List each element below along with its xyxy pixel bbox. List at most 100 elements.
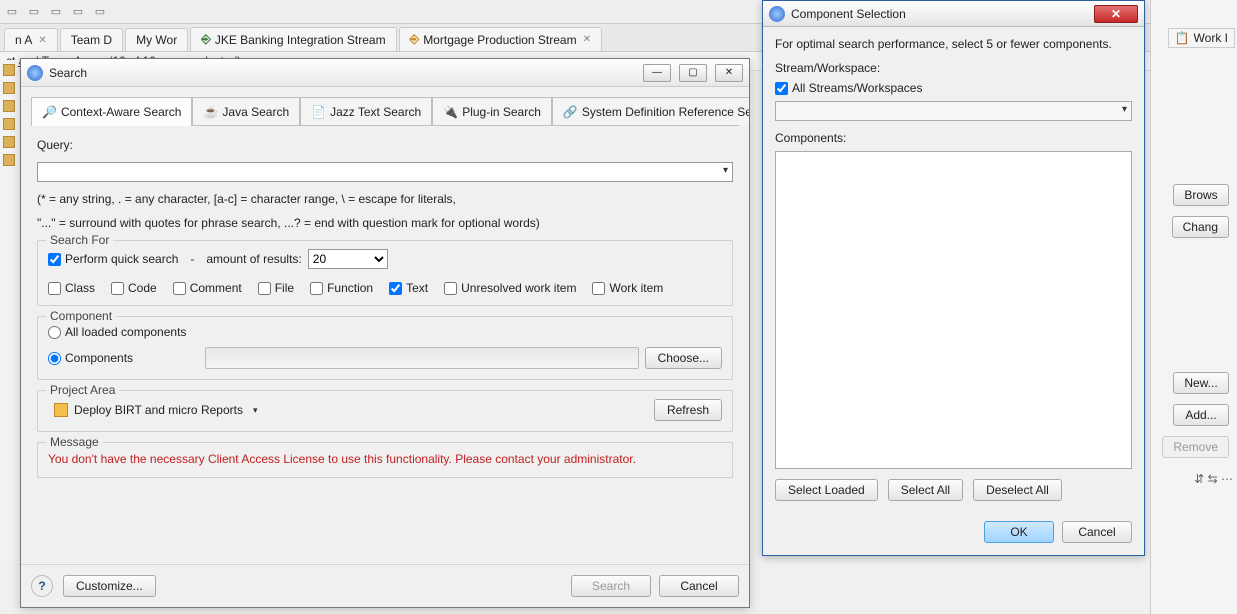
tab-context-aware-search[interactable]: 🔎 Context-Aware Search [31,97,192,125]
stream-combo[interactable]: ▾ [775,101,1132,121]
close-icon[interactable]: ✕ [38,35,46,46]
project-icon [54,403,68,417]
browse-button[interactable]: Brows [1173,184,1229,206]
group-title: Component [46,309,116,323]
cancel-button[interactable]: Cancel [1062,521,1132,543]
close-button[interactable]: ✕ [1094,5,1138,23]
function-checkbox[interactable]: Function [310,281,373,295]
maximize-button[interactable]: ▢ [679,64,707,82]
components-field[interactable] [205,347,639,369]
radio[interactable] [48,326,61,339]
unresolved-checkbox[interactable]: Unresolved work item [444,281,576,295]
group-title: Search For [46,233,113,247]
choose-button[interactable]: Choose... [645,347,722,369]
folder-icon[interactable] [3,154,15,166]
editor-tab-na[interactable]: n A ✕ [4,28,58,51]
folder-icon[interactable] [3,118,15,130]
comp-body: For optimal search performance, select 5… [763,27,1144,511]
comp-titlebar[interactable]: Component Selection ✕ [763,1,1144,27]
label: Comment [190,281,242,295]
plugin-icon: 🔌 [443,105,458,119]
search-inner: Query: ▾ (* = any string, . = any charac… [31,132,739,558]
add-button[interactable]: Add... [1173,404,1229,426]
tab-label: Context-Aware Search [61,105,182,119]
components-list[interactable] [775,151,1132,469]
search-button[interactable]: Search [571,575,651,597]
tab-java-search[interactable]: ☕ Java Search [192,97,300,125]
comment-checkbox[interactable]: Comment [173,281,242,295]
perform-quick-search-checkbox[interactable]: Perform quick search [48,252,178,266]
checkbox[interactable] [48,282,61,295]
amount-of-results-select[interactable]: 20 [308,249,388,269]
checkbox[interactable] [48,253,61,266]
new-button[interactable]: New... [1173,372,1229,394]
checkbox[interactable] [592,282,605,295]
checkbox[interactable] [310,282,323,295]
radio[interactable] [48,352,61,365]
label: File [275,281,294,295]
generic-icon: ▭ [48,4,64,20]
label: Text [406,281,428,295]
folder-icon[interactable] [3,136,15,148]
tab-plugin-search[interactable]: 🔌 Plug-in Search [432,97,552,125]
stream-icon: ⎆ [410,32,420,47]
chevron-down-icon[interactable]: ▾ [723,165,728,176]
tab-label: My Wor [136,33,177,47]
minimize-button[interactable]: — [643,64,671,82]
search-dialog: Search — ▢ ✕ 🔎 Context-Aware Search ☕ Ja… [20,58,750,608]
editor-tab-mortgage[interactable]: ⎆ Mortgage Production Stream ✕ [399,27,602,51]
generic-icon: ▭ [26,4,42,20]
editor-tab-team-d[interactable]: Team D [60,28,123,51]
editor-tab-jke[interactable]: ⎆ JKE Banking Integration Stream [190,27,396,51]
group-search-for: Search For Perform quick search - amount… [37,240,733,306]
checkbox[interactable] [389,282,402,295]
tab-label: Java Search [222,105,289,119]
folder-icon[interactable] [3,82,15,94]
left-sidebar-sliver [0,60,18,560]
change-button[interactable]: Chang [1172,216,1229,238]
select-loaded-button[interactable]: Select Loaded [775,479,878,501]
close-button[interactable]: ✕ [715,64,743,82]
query-input[interactable]: ▾ [37,162,733,182]
workitem-checkbox[interactable]: Work item [592,281,663,295]
query-hint-1: (* = any string, . = any character, [a-c… [37,192,733,206]
label: Class [65,281,95,295]
file-checkbox[interactable]: File [258,281,294,295]
help-button[interactable]: ? [31,575,53,597]
tab-jazz-text-search[interactable]: 📄 Jazz Text Search [300,97,432,125]
checkbox[interactable] [258,282,271,295]
checkbox[interactable] [111,282,124,295]
project-area-dropdown[interactable]: Deploy BIRT and micro Reports ▾ [48,401,264,419]
folder-icon[interactable] [3,100,15,112]
search-titlebar[interactable]: Search — ▢ ✕ [21,59,749,87]
generic-icon: ▭ [4,4,20,20]
select-all-button[interactable]: Select All [888,479,963,501]
code-checkbox[interactable]: Code [111,281,157,295]
tab-label: JKE Banking Integration Stream [215,33,386,47]
class-checkbox[interactable]: Class [48,281,95,295]
close-icon[interactable]: ✕ [583,34,591,45]
all-loaded-radio[interactable]: All loaded components [48,325,722,339]
folder-icon[interactable] [3,64,15,76]
tab-system-definition[interactable]: 🔗 System Definition Reference Sea [552,97,749,125]
customize-button[interactable]: Customize... [63,575,156,597]
checkbox[interactable] [173,282,186,295]
checkbox[interactable] [775,82,788,95]
remove-button[interactable]: Remove [1162,436,1229,458]
components-radio[interactable]: Components [48,351,133,365]
editor-tab-my-wor[interactable]: My Wor [125,28,188,51]
comp-hint: For optimal search performance, select 5… [775,37,1132,51]
refresh-button[interactable]: Refresh [654,399,722,421]
all-streams-checkbox[interactable]: All Streams/Workspaces [775,81,1132,95]
ok-button[interactable]: OK [984,521,1054,543]
search-body: 🔎 Context-Aware Search ☕ Java Search 📄 J… [21,87,749,564]
app-icon [769,6,785,22]
deselect-all-button[interactable]: Deselect All [973,479,1062,501]
cancel-button[interactable]: Cancel [659,575,739,597]
work-items-tab[interactable]: 📋 Work I [1168,28,1235,48]
right-toolbar-icons[interactable]: ⇵ ⇆ ⋯ [1194,472,1233,486]
tab-label: Plug-in Search [462,105,541,119]
text-checkbox[interactable]: Text [389,281,428,295]
checkbox[interactable] [444,282,457,295]
chevron-down-icon[interactable]: ▾ [1122,104,1127,115]
